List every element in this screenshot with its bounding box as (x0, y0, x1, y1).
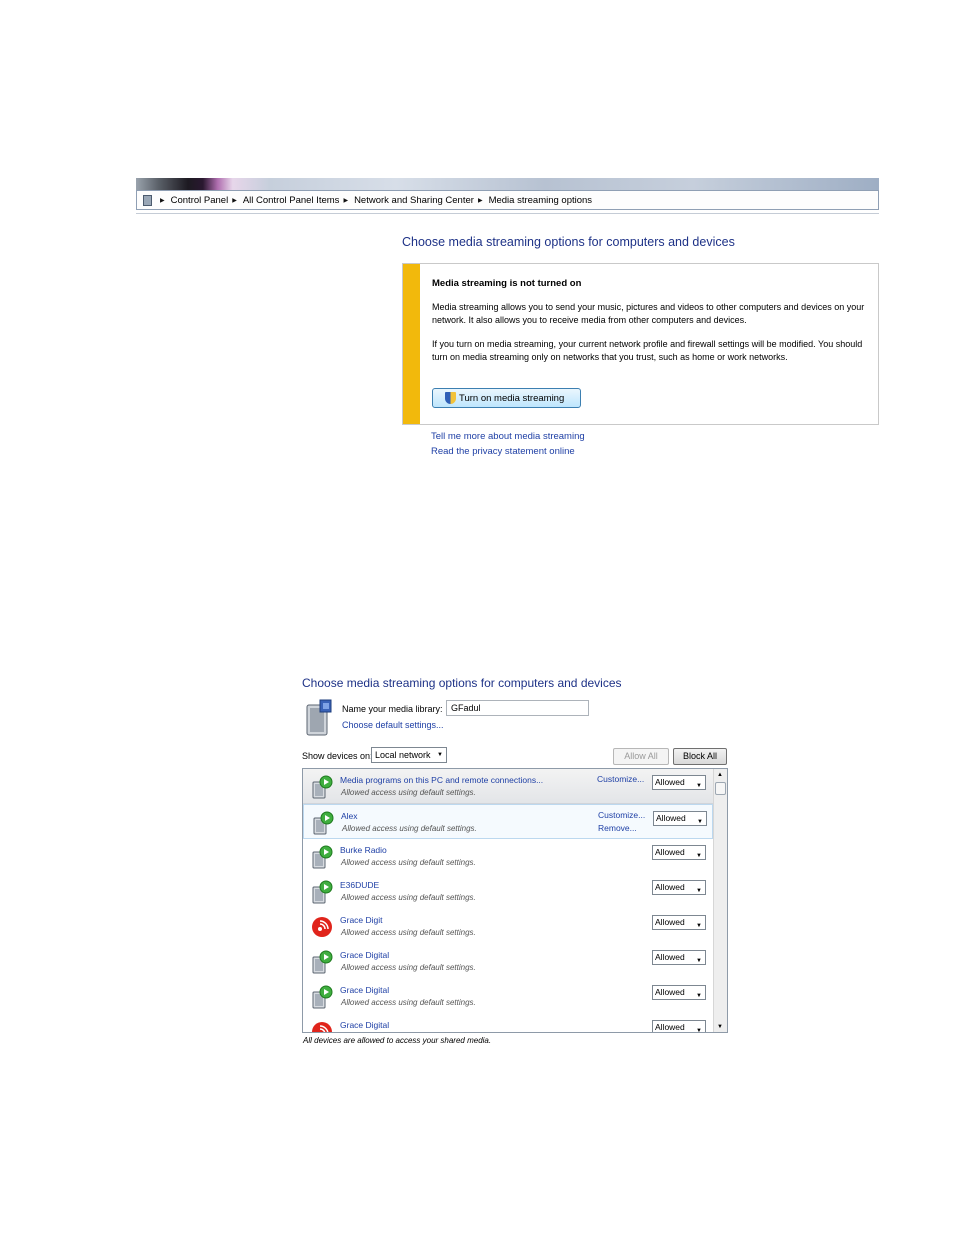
access-select-value: Allowed (655, 917, 685, 927)
access-select[interactable]: Allowed ▼ (652, 1020, 706, 1033)
device-status: Allowed access using default settings. (341, 928, 476, 937)
device-list[interactable]: Media programs on this PC and remote con… (302, 768, 728, 1033)
chevron-down-icon: ▼ (696, 853, 702, 859)
turn-on-media-streaming-button[interactable]: Turn on media streaming (432, 388, 581, 408)
access-select-value: Allowed (655, 777, 685, 787)
device-status: Allowed access using default settings. (341, 963, 476, 972)
media-device-icon (311, 985, 333, 1009)
breadcrumb-item-control-panel[interactable]: Control Panel (171, 195, 229, 206)
chevron-down-icon: ▼ (696, 923, 702, 929)
choose-default-settings-link[interactable]: Choose default settings... (342, 720, 444, 730)
device-row[interactable]: Grace Digital Allowed access using defaul… (303, 944, 713, 979)
device-status: Allowed access using default settings. (341, 893, 476, 902)
device-name[interactable]: Alex (341, 811, 358, 821)
access-select[interactable]: Allowed ▼ (653, 811, 707, 826)
scroll-up-icon[interactable]: ▲ (717, 772, 723, 778)
notice-title: Media streaming is not turned on (432, 278, 582, 289)
breadcrumb-arrow-icon[interactable]: ▶ (343, 197, 348, 204)
customize-link[interactable]: Customize... (598, 810, 645, 820)
allow-all-button[interactable]: Allow All (613, 748, 669, 765)
media-device-icon (311, 880, 333, 904)
grace-radio-icon (311, 1020, 333, 1032)
network-select[interactable]: Local network ▼ (371, 747, 447, 763)
device-status: Allowed access using default settings. (341, 788, 476, 797)
access-select[interactable]: Allowed ▼ (652, 915, 706, 930)
access-select-value: Allowed (655, 1022, 685, 1032)
remove-link[interactable]: Remove... (598, 823, 637, 833)
chevron-down-icon: ▼ (696, 783, 702, 789)
access-select-value: Allowed (655, 847, 685, 857)
network-select-value: Local network (375, 750, 431, 760)
device-row[interactable]: Grace Digital Allowed ▼ (303, 1014, 713, 1033)
breadcrumb-item-media-streaming[interactable]: Media streaming options (489, 195, 593, 206)
privacy-statement-link[interactable]: Read the privacy statement online (431, 446, 575, 457)
address-bar-region: ▶ Control Panel ▶ All Control Panel Item… (136, 178, 879, 216)
breadcrumb-item-all-items[interactable]: All Control Panel Items (243, 195, 340, 206)
access-select[interactable]: Allowed ▼ (652, 845, 706, 860)
media-library-icon (306, 699, 332, 736)
access-select[interactable]: Allowed ▼ (652, 775, 706, 790)
streaming-off-notice: Media streaming is not turned on Media s… (402, 263, 879, 425)
control-panel-icon (142, 194, 152, 206)
device-name[interactable]: Grace Digital (340, 950, 389, 960)
scroll-down-icon[interactable]: ▼ (717, 1024, 723, 1030)
device-name[interactable]: Media programs on this PC and remote con… (340, 775, 543, 785)
access-select[interactable]: Allowed ▼ (652, 950, 706, 965)
chevron-down-icon: ▼ (696, 888, 702, 894)
notice-paragraph: If you turn on media streaming, your cur… (432, 339, 863, 362)
library-name-input[interactable] (446, 700, 589, 716)
page-title: Choose media streaming options for compu… (402, 235, 735, 249)
breadcrumb[interactable]: ▶ Control Panel ▶ All Control Panel Item… (136, 190, 879, 210)
chevron-down-icon: ▼ (696, 1028, 702, 1033)
device-row[interactable]: Grace Digital Allowed access using defaul… (303, 979, 713, 1014)
turn-on-label: Turn on media streaming (459, 392, 565, 404)
notice-paragraph: Media streaming allows you to send your … (432, 302, 865, 325)
breadcrumb-arrow-icon[interactable]: ▶ (160, 197, 165, 204)
show-devices-label: Show devices on: (302, 751, 373, 761)
access-select[interactable]: Allowed ▼ (652, 880, 706, 895)
device-name[interactable]: Grace Digit (340, 915, 383, 925)
library-name-label: Name your media library: (342, 704, 443, 714)
access-select-value: Allowed (655, 987, 685, 997)
device-name[interactable]: Grace Digital (340, 1020, 389, 1030)
tell-me-more-link[interactable]: Tell me more about media streaming (431, 431, 585, 442)
device-row[interactable]: Grace Digit Allowed access using default … (303, 909, 713, 944)
chevron-down-icon: ▼ (437, 752, 443, 758)
window-chrome-glass (136, 178, 879, 190)
breadcrumb-arrow-icon[interactable]: ▶ (478, 197, 483, 204)
device-status: Allowed access using default settings. (342, 824, 477, 833)
scroll-thumb[interactable] (715, 782, 726, 795)
media-device-icon (312, 811, 334, 835)
device-status: Allowed access using default settings. (341, 858, 476, 867)
access-summary-note: All devices are allowed to access your s… (303, 1036, 492, 1045)
access-select-value: Allowed (655, 882, 685, 892)
device-row[interactable]: E36DUDE Allowed access using default sett… (303, 874, 713, 909)
chevron-down-icon: ▼ (696, 958, 702, 964)
uac-shield-icon (445, 392, 456, 404)
media-device-icon (311, 775, 333, 799)
device-name[interactable]: E36DUDE (340, 880, 379, 890)
media-device-icon (311, 845, 333, 869)
grace-radio-icon (311, 915, 333, 939)
customize-link[interactable]: Customize... (597, 774, 644, 784)
media-device-icon (311, 950, 333, 974)
page-title: Choose media streaming options for compu… (302, 676, 622, 690)
scrollbar[interactable]: ▲ ▼ (713, 769, 727, 1032)
access-select-value: Allowed (655, 952, 685, 962)
device-status: Allowed access using default settings. (341, 998, 476, 1007)
chevron-down-icon: ▼ (697, 819, 703, 825)
device-row[interactable]: Burke Radio Allowed access using default … (303, 839, 713, 874)
divider (136, 213, 879, 214)
device-name[interactable]: Burke Radio (340, 845, 387, 855)
notice-accent-stripe (403, 264, 420, 424)
device-row[interactable]: Alex Allowed access using default setting… (303, 804, 713, 839)
breadcrumb-item-network-sharing[interactable]: Network and Sharing Center (354, 195, 474, 206)
access-select-value: Allowed (656, 813, 686, 823)
chevron-down-icon: ▼ (696, 993, 702, 999)
breadcrumb-arrow-icon[interactable]: ▶ (232, 197, 237, 204)
device-name[interactable]: Grace Digital (340, 985, 389, 995)
block-all-button[interactable]: Block All (673, 748, 727, 765)
access-select[interactable]: Allowed ▼ (652, 985, 706, 1000)
device-row[interactable]: Media programs on this PC and remote con… (303, 769, 713, 804)
